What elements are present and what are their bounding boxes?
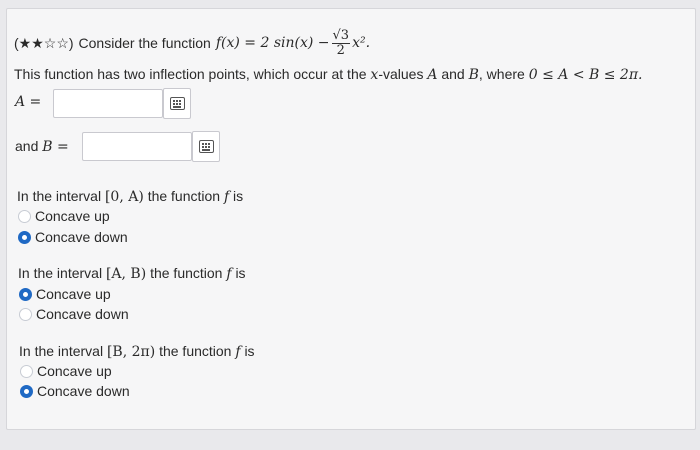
- answer-A-label: A =: [15, 94, 42, 110]
- interval-suffix: the function: [150, 265, 223, 281]
- question-text-where: , where: [478, 66, 525, 82]
- keypad-icon: [199, 140, 214, 153]
- option-label: Concave up: [35, 208, 110, 224]
- interval-2-option-concave-down[interactable]: Concave down: [19, 306, 129, 322]
- fraction-denominator: 2: [336, 42, 345, 58]
- interval-is: is: [233, 188, 244, 204]
- f-variable: f: [235, 344, 241, 360]
- interval-is: is: [235, 265, 246, 281]
- answer-B-input[interactable]: [82, 132, 192, 161]
- function-tail: x².: [352, 35, 371, 51]
- option-label: Concave down: [35, 229, 128, 245]
- interval-expression: [0, A): [104, 189, 144, 205]
- fraction-numerator: √3: [332, 27, 350, 43]
- answer-B-keypad-button[interactable]: [192, 131, 220, 162]
- radio-button-selected[interactable]: [20, 384, 33, 398]
- radio-button[interactable]: [20, 364, 33, 378]
- radio-button-selected[interactable]: [18, 230, 31, 244]
- f-variable: f: [223, 189, 230, 205]
- inequality-constraint: 0 ≤ A < B ≤ 2π.: [528, 67, 643, 83]
- function-definition: f(x) = 2 sin(x) −: [215, 35, 330, 51]
- interval-is: is: [244, 343, 255, 359]
- answer-B-prefix: and: [15, 138, 39, 154]
- interval-prefix: In the interval: [17, 188, 102, 204]
- option-label: Concave up: [37, 363, 112, 379]
- radio-button[interactable]: [18, 209, 31, 223]
- question-text-b: -values: [378, 66, 424, 82]
- question-text-a: This function has two inflection points,…: [14, 66, 367, 82]
- radio-button[interactable]: [19, 307, 32, 321]
- interval-2-option-concave-up[interactable]: Concave up: [19, 286, 111, 302]
- sqrt3-over-2-fraction: √3 2: [331, 27, 351, 58]
- interval-2-prompt: In the interval [A, B) the function f is: [18, 265, 246, 282]
- interval-expression: [B, 2π): [106, 344, 156, 360]
- interval-1-prompt: In the interval [0, A) the function f is: [17, 188, 243, 205]
- question-text-and: and: [441, 66, 465, 82]
- question-line-2: This function has two inflection points,…: [14, 66, 642, 83]
- interval-prefix: In the interval: [19, 343, 104, 359]
- interval-3-prompt: In the interval [B, 2π) the function f i…: [19, 343, 255, 360]
- variable-B: B: [468, 67, 479, 83]
- interval-1-option-concave-down[interactable]: Concave down: [18, 229, 128, 245]
- interval-3-option-concave-down[interactable]: Concave down: [20, 383, 130, 399]
- answer-A-input[interactable]: [53, 89, 163, 118]
- interval-suffix: the function: [147, 188, 221, 204]
- interval-3-option-concave-up[interactable]: Concave up: [20, 363, 112, 379]
- keypad-icon: [170, 97, 185, 110]
- radio-button-selected[interactable]: [19, 287, 32, 301]
- interval-prefix: In the interval: [18, 265, 103, 281]
- option-label: Concave up: [36, 286, 111, 302]
- option-label: Concave down: [37, 383, 130, 399]
- difficulty-stars: (★★☆☆): [14, 34, 74, 51]
- answer-A-keypad-button[interactable]: [163, 88, 191, 119]
- variable-A: A: [427, 67, 438, 83]
- question-intro: Consider the function: [78, 35, 211, 51]
- answer-B-label-row: and B =: [15, 138, 69, 155]
- question-line-1: (★★☆☆) Consider the function f(x) = 2 si…: [14, 22, 370, 64]
- interval-suffix: the function: [159, 343, 232, 359]
- interval-1-option-concave-up[interactable]: Concave up: [18, 208, 110, 224]
- interval-expression: [A, B): [105, 266, 147, 282]
- answer-B-label: B =: [42, 139, 69, 155]
- f-variable: f: [226, 266, 232, 282]
- option-label: Concave down: [36, 306, 129, 322]
